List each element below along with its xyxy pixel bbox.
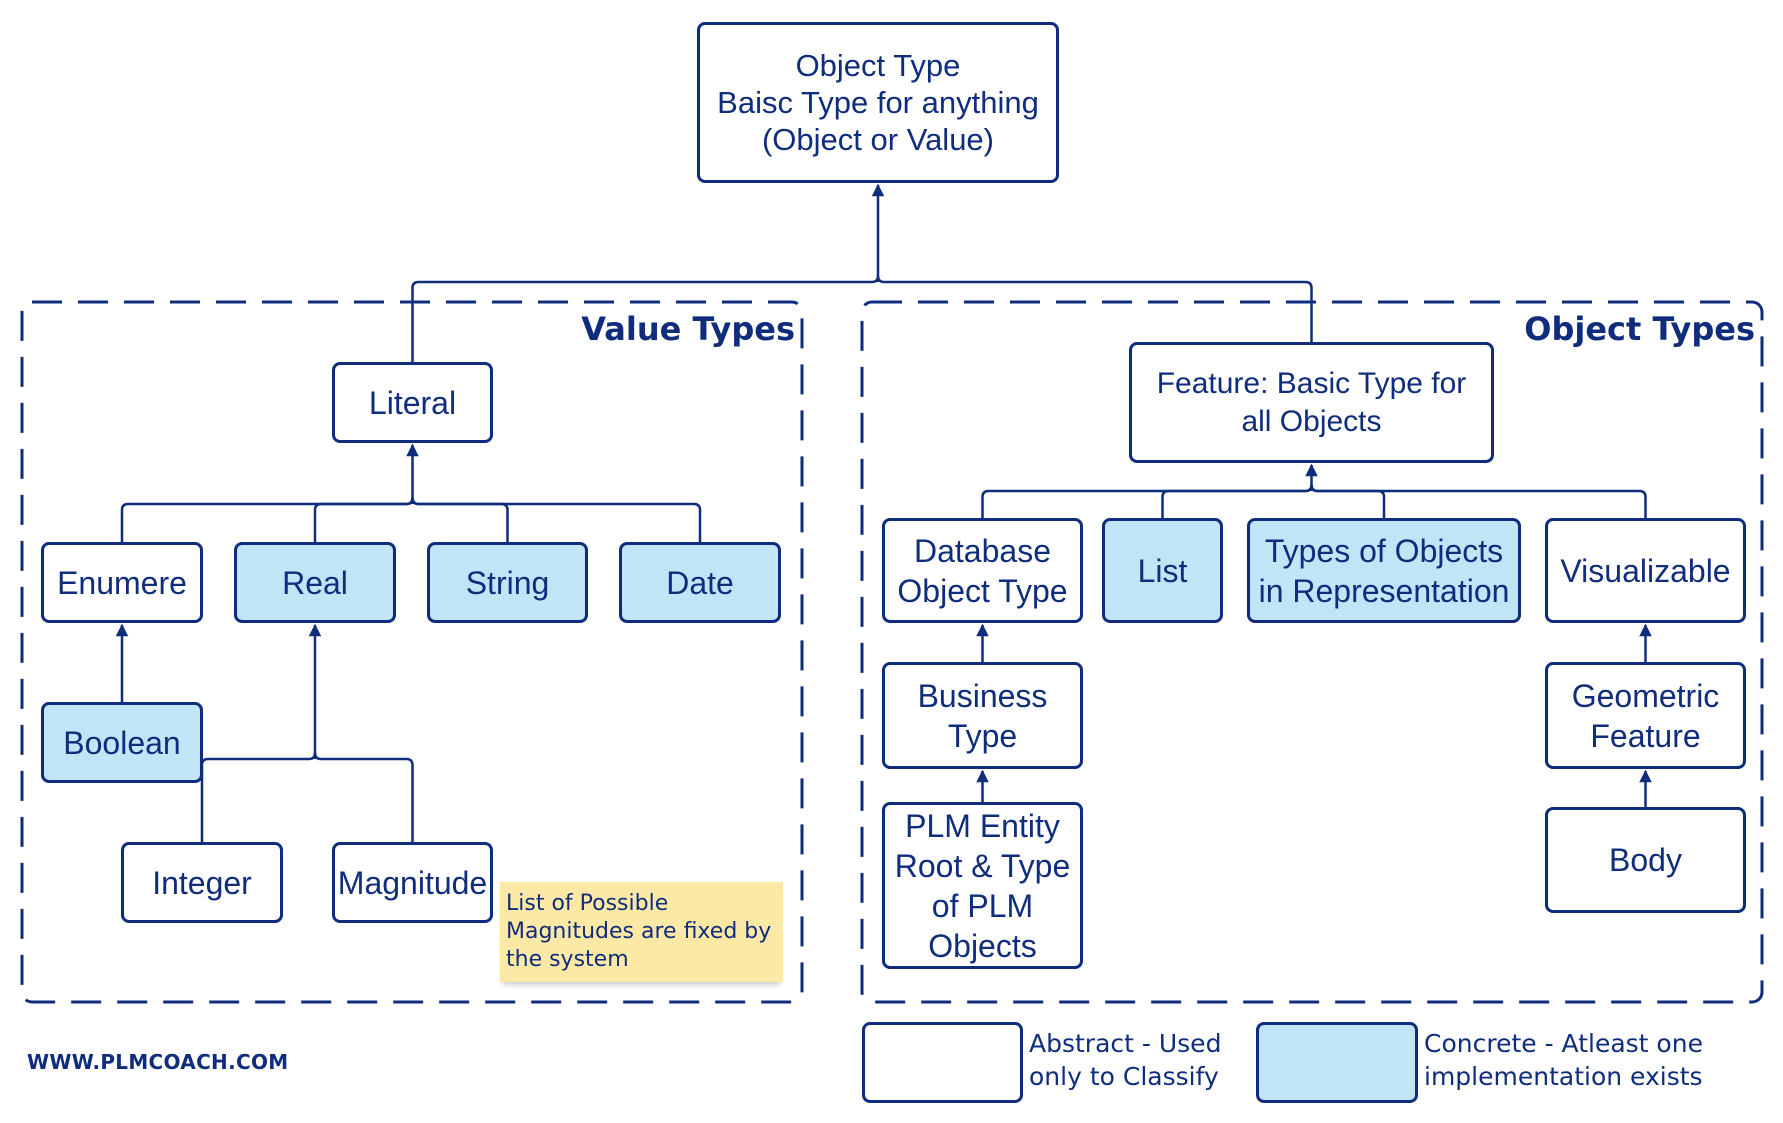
legend-abstract-swatch (862, 1022, 1023, 1103)
node-integer[interactable]: Integer (121, 842, 283, 923)
node-body[interactable]: Body (1545, 807, 1746, 913)
node-literal[interactable]: Literal (332, 362, 493, 443)
node-database-object-type[interactable]: Database Object Type (882, 518, 1083, 623)
node-types-of-objects-in-representation[interactable]: Types of Objects in Representation (1247, 518, 1521, 623)
node-plm-entity[interactable]: PLM Entity Root & Type of PLM Objects (882, 802, 1083, 969)
node-date[interactable]: Date (619, 542, 781, 623)
node-feature[interactable]: Feature: Basic Type for all Objects (1129, 342, 1494, 463)
node-list[interactable]: List (1102, 518, 1223, 623)
connector-magnitude-to-real (313, 752, 414, 842)
magnitudes-note: List of Possible Magnitudes are fixed by… (500, 882, 783, 982)
connector-real-to-literal (313, 497, 414, 542)
legend-concrete-swatch (1256, 1022, 1418, 1103)
node-real[interactable]: Real (234, 542, 396, 623)
node-business-type[interactable]: Business Type (882, 662, 1083, 769)
node-string[interactable]: String (427, 542, 588, 623)
connector-integer-to-real (200, 752, 317, 842)
legend-abstract-label: Abstract - Used only to Classify (1029, 1029, 1222, 1091)
connector-feature-to-root (876, 275, 1313, 342)
connector-list-to-feature (1161, 484, 1313, 518)
legend-concrete-label: Concrete - Atleast one implementation ex… (1424, 1029, 1703, 1091)
node-object-type-root[interactable]: Object Type Baisc Type for anything (Obj… (697, 22, 1059, 183)
node-geometric-feature[interactable]: Geometric Feature (1545, 662, 1746, 769)
node-magnitude[interactable]: Magnitude (332, 842, 493, 923)
connector-visualizable-to-feature (1310, 484, 1647, 518)
watermark: WWW.PLMCOACH.COM (27, 1050, 289, 1074)
object-types-title: Object Types (1524, 310, 1755, 348)
value-types-title: Value Types (581, 310, 795, 348)
connector-date-to-literal (411, 497, 702, 542)
node-enumere[interactable]: Enumere (41, 542, 203, 623)
node-visualizable[interactable]: Visualizable (1545, 518, 1746, 623)
node-boolean[interactable]: Boolean (41, 702, 203, 783)
